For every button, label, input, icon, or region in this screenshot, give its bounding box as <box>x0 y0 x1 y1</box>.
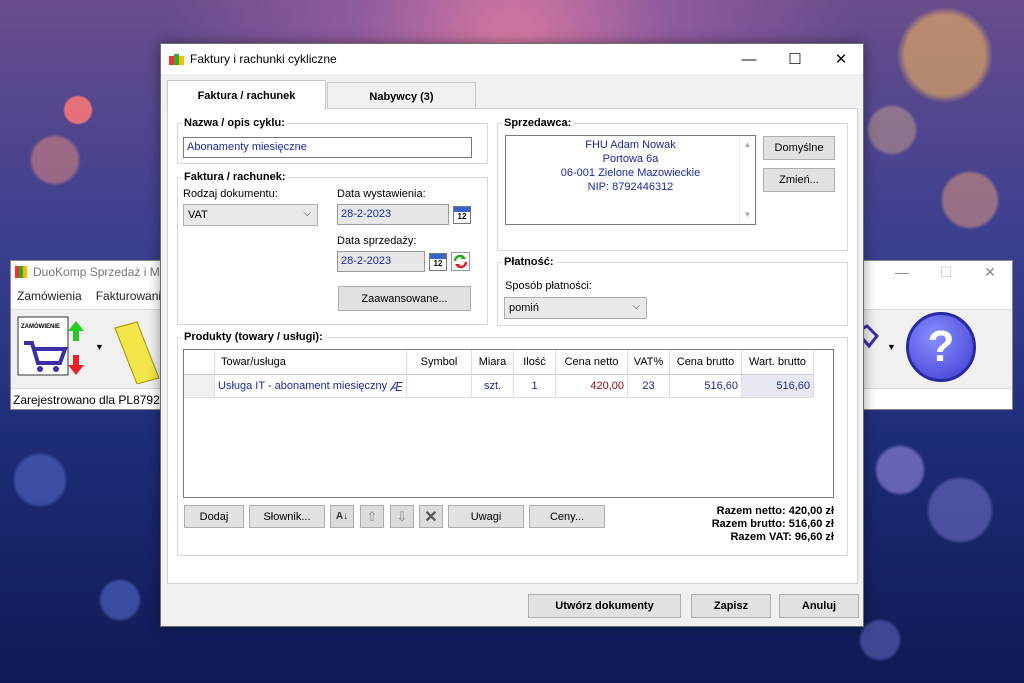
chevron-down-icon: ⌵ <box>632 301 640 312</box>
menu-fakturowanie[interactable]: Fakturowani <box>96 289 161 303</box>
issue-date-label: Data wystawienia: <box>337 188 426 200</box>
default-seller-button[interactable]: Domyślne <box>763 136 835 160</box>
product-unit-cell[interactable]: szt. <box>472 375 514 398</box>
sale-date-input[interactable]: 28-2-2023 <box>337 251 425 272</box>
bg-status-text: Zarejestrowano dla PL879244 <box>13 393 174 407</box>
move-up-icon[interactable]: ⇧ <box>360 505 384 528</box>
maximize-icon[interactable]: ☐ <box>772 44 818 74</box>
notes-button[interactable]: Uwagi <box>448 505 524 528</box>
save-button[interactable]: Zapisz <box>691 594 771 618</box>
seller-address-box[interactable]: FHU Adam Nowak Portowa 6a 06-001 Zielone… <box>505 135 756 225</box>
change-seller-button[interactable]: Zmień... <box>763 168 835 192</box>
issue-date-input[interactable]: 28-2-2023 <box>337 204 449 225</box>
products-legend: Produkty (towary / usługi): <box>184 331 323 343</box>
delete-icon[interactable]: ✕ <box>419 505 443 528</box>
text-style-icon[interactable]: Æ <box>390 379 403 394</box>
tab-invoice[interactable]: Faktura / rachunek <box>167 80 326 110</box>
product-net-cell[interactable]: 420,00 <box>556 375 628 398</box>
move-down-icon[interactable]: ⇩ <box>390 505 414 528</box>
help-icon[interactable]: ? <box>906 312 976 382</box>
payment-method-value: pomiń <box>509 302 539 314</box>
bg-close-icon[interactable]: ✕ <box>967 261 1013 283</box>
recurring-invoices-dialog: Faktury i rachunki cykliczne — ☐ ✕ Faktu… <box>160 43 864 627</box>
seller-name: FHU Adam Nowak <box>585 139 676 151</box>
dropdown-arrow-icon[interactable]: ▼ <box>95 342 104 352</box>
seller-city: 06-001 Zielone Mazowieckie <box>560 167 701 179</box>
payment-legend: Płatność: <box>504 256 554 268</box>
col-header[interactable]: Ilość <box>514 350 556 375</box>
tab-buyers[interactable]: Nabywcy (3) <box>327 82 476 110</box>
invoice-tool-button[interactable] <box>111 318 161 385</box>
product-gross-cell[interactable]: 516,60 <box>670 375 742 398</box>
bg-app-title: DuoKomp Sprzedaż i Ma <box>33 265 167 279</box>
col-header[interactable]: VAT% <box>628 350 670 375</box>
menu-zamowienia[interactable]: Zamówienia <box>17 289 82 303</box>
product-vat-cell[interactable]: 23 <box>628 375 670 398</box>
shopping-cart-icon: ZAMÓWIENIE <box>17 316 84 376</box>
total-net: Razem netto: 420,00 zł <box>716 505 834 517</box>
tool-label: ZAMÓWIENIE <box>21 322 60 330</box>
table-row[interactable]: Usługa IT - abonament miesięczny Æ <box>215 375 407 398</box>
col-header[interactable]: Cena brutto <box>670 350 742 375</box>
total-gross: Razem brutto: 516,60 zł <box>711 518 834 530</box>
product-qty-cell[interactable]: 1 <box>514 375 556 398</box>
tab-panel: Nazwa / opis cyklu: Abonamenty miesięczn… <box>167 108 858 584</box>
payment-method-label: Sposób płatności: <box>505 280 592 292</box>
col-header[interactable]: Wart. brutto <box>742 350 814 375</box>
chevron-down-icon: ⌵ <box>303 208 311 219</box>
dialog-titlebar: Faktury i rachunki cykliczne — ☐ ✕ <box>161 44 863 74</box>
sale-date-label: Data sprzedaży: <box>337 235 417 247</box>
invoice-legend: Faktura / rachunek: <box>184 171 286 183</box>
row-selector[interactable] <box>184 375 215 398</box>
sort-az-icon[interactable]: A↓ <box>330 505 354 528</box>
document-icon <box>114 321 160 385</box>
product-total-cell[interactable]: 516,60 <box>742 375 814 398</box>
col-header[interactable]: Cena netto <box>556 350 628 375</box>
products-table[interactable]: Towar/usługa Symbol Miara Ilość Cena net… <box>183 349 834 498</box>
dialog-title: Faktury i rachunki cykliczne <box>190 52 337 66</box>
payment-method-select[interactable]: pomiń ⌵ <box>504 297 647 319</box>
app-logo-icon <box>169 53 184 66</box>
cycle-name-input[interactable]: Abonamenty miesięczne <box>183 137 472 158</box>
cycle-legend: Nazwa / opis cyklu: <box>184 117 285 129</box>
bg-maximize-icon[interactable]: ☐ <box>923 261 969 283</box>
app-logo-icon <box>15 266 27 278</box>
minimize-icon[interactable]: — <box>726 44 772 74</box>
close-icon[interactable]: ✕ <box>818 44 864 74</box>
col-header[interactable]: Towar/usługa <box>215 350 407 375</box>
dictionary-button[interactable]: Słownik... <box>249 505 325 528</box>
seller-legend: Sprzedawca: <box>504 117 572 129</box>
advanced-button[interactable]: Zaawansowane... <box>338 286 471 311</box>
order-tool-button[interactable]: ZAMÓWIENIE <box>16 315 86 383</box>
seller-street: Portowa 6a <box>602 153 659 165</box>
create-documents-button[interactable]: Utwórz dokumenty <box>528 594 681 618</box>
calendar-icon[interactable]: 12 <box>453 206 471 224</box>
col-header[interactable]: Miara <box>472 350 514 375</box>
col-header[interactable]: Symbol <box>407 350 472 375</box>
add-product-button[interactable]: Dodaj <box>184 505 244 528</box>
seller-scrollbar[interactable]: ▲ ▼ <box>739 136 755 224</box>
sync-date-icon[interactable] <box>451 252 470 271</box>
help-glyph: ? <box>927 322 955 371</box>
calendar-icon-sale[interactable]: 12 <box>429 253 447 271</box>
prices-button[interactable]: Ceny... <box>529 505 605 528</box>
dropdown-arrow-icon-2[interactable]: ▼ <box>887 342 896 352</box>
doc-type-select[interactable]: VAT ⌵ <box>183 204 318 226</box>
total-vat: Razem VAT: 96,60 zł <box>730 531 834 543</box>
product-name-cell: Usługa IT - abonament miesięczny <box>218 380 388 392</box>
row-header-col <box>184 350 215 375</box>
seller-nip: NIP: 8792446312 <box>587 181 674 193</box>
doc-type-value: VAT <box>188 209 208 221</box>
product-symbol-cell[interactable] <box>407 375 472 398</box>
cancel-button[interactable]: Anuluj <box>779 594 859 618</box>
bg-minimize-icon[interactable]: — <box>879 261 925 283</box>
doc-type-label: Rodzaj dokumentu: <box>183 188 278 200</box>
